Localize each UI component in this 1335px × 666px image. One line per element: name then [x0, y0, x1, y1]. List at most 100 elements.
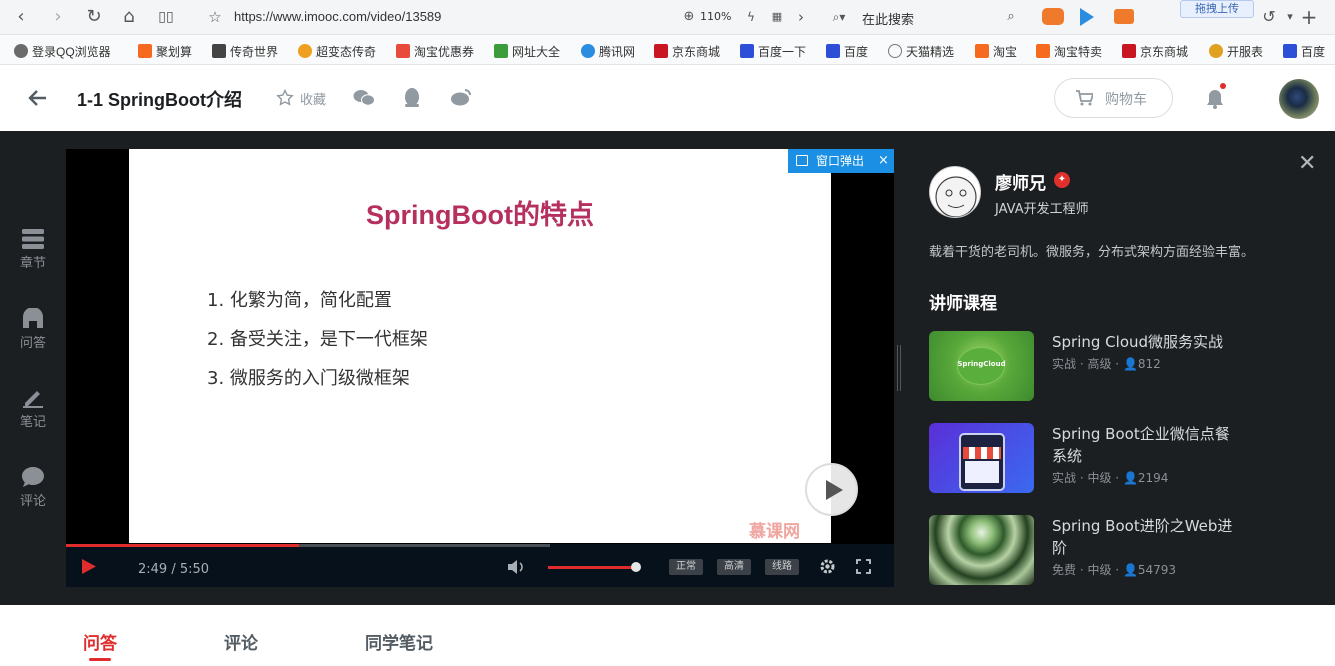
upload-tooltip: 拖拽上传 — [1180, 0, 1254, 18]
chapter-icon — [22, 229, 44, 249]
zoom-level[interactable]: 110% — [700, 10, 731, 23]
wechat-icon[interactable] — [353, 88, 375, 108]
course-title[interactable]: Spring Boot企业微信点餐系统 — [1052, 423, 1242, 467]
sidebar-item-qa[interactable]: 问答 — [14, 308, 52, 351]
bookmark-label: 登录QQ浏览器 — [32, 45, 111, 59]
settings-gear-icon[interactable] — [819, 558, 836, 575]
popout-button[interactable]: 窗口弹出 × — [788, 149, 894, 173]
bookmark-item[interactable]: 淘宝特卖 — [1036, 43, 1102, 60]
video-play-icon[interactable] — [1080, 8, 1094, 26]
bookmark-label: 天猫精选 — [906, 45, 955, 59]
close-icon[interactable]: × — [878, 149, 889, 173]
sidebar-item-notes[interactable]: 笔记 — [14, 387, 52, 430]
sidebar-item-comments[interactable]: 评论 — [14, 466, 52, 509]
star-icon[interactable] — [276, 89, 294, 107]
address-bar[interactable]: https://www.imooc.com/video/13589 — [234, 9, 441, 24]
teacher-avatar[interactable] — [929, 166, 981, 218]
baidu-icon — [826, 44, 840, 58]
video-player[interactable]: SpringBoot的特点 1. 化繁为简，简化配置 2. 备受关注，是下一代框… — [66, 149, 894, 587]
big-play-button[interactable] — [805, 463, 858, 516]
bookmark-item[interactable]: 淘宝 — [975, 43, 1017, 60]
site-icon — [581, 44, 595, 58]
bookmark-item[interactable]: 淘宝优惠券 — [396, 43, 474, 60]
tab-comments[interactable]: 评论 — [224, 629, 258, 654]
close-panel-icon[interactable]: ✕ — [1298, 151, 1316, 176]
undo-icon[interactable]: ↺ — [1258, 6, 1280, 28]
play-icon — [826, 480, 843, 500]
quality-hd-button[interactable]: 高清 — [717, 559, 751, 575]
panel-resize-handle[interactable] — [897, 345, 901, 391]
bookmark-item[interactable]: 网址大全 — [494, 43, 560, 60]
bookmark-label: 百度一下 — [758, 45, 807, 59]
tab-qa[interactable]: 问答 — [83, 629, 117, 654]
camera-icon[interactable] — [1114, 9, 1134, 24]
weibo-icon[interactable] — [450, 87, 472, 107]
back-arrow-icon[interactable] — [28, 88, 48, 108]
user-avatar[interactable] — [1279, 79, 1319, 119]
lightning-icon[interactable]: ϟ — [740, 6, 762, 28]
sidebar-label: 章节 — [19, 256, 46, 271]
search-input[interactable]: 在此搜索 — [862, 9, 914, 28]
bookmark-item[interactable]: 百度一下 — [740, 43, 806, 60]
video-frame: SpringBoot的特点 1. 化繁为简，简化配置 2. 备受关注，是下一代框… — [129, 149, 831, 543]
bookmark-item[interactable]: 天猫精选 — [888, 43, 954, 60]
qrcode-icon[interactable]: ▦ — [766, 6, 788, 28]
search-icon[interactable]: ⌕ — [1000, 6, 1022, 28]
course-thumbnail[interactable] — [929, 423, 1034, 493]
chevron-right-icon[interactable]: › — [790, 6, 812, 28]
zoom-icon[interactable]: ⊕ — [678, 6, 700, 28]
cart-icon — [1076, 90, 1093, 106]
sidebar-item-chapter[interactable]: 章节 — [14, 228, 52, 271]
game-icon[interactable] — [1042, 8, 1064, 25]
progress-bar[interactable] — [66, 544, 551, 547]
sidebar-label: 问答 — [19, 336, 46, 351]
bookmark-item[interactable]: 京东商城 — [654, 43, 720, 60]
bookmark-item[interactable]: 开服表 — [1209, 43, 1263, 60]
bookmark-item[interactable]: 腾讯网 — [581, 43, 635, 60]
quality-normal-button[interactable]: 正常 — [669, 559, 703, 575]
star-bookmark-icon[interactable]: ☆ — [204, 6, 226, 28]
bookmark-item[interactable]: 传奇世界 — [212, 43, 278, 60]
volume-knob[interactable] — [631, 562, 641, 572]
bookmark-item[interactable]: 百度 — [1283, 43, 1325, 60]
search-engine-icon[interactable]: ⌕▾ — [828, 6, 850, 28]
sidebar-label: 评论 — [19, 494, 46, 509]
line-button[interactable]: 线路 — [765, 559, 799, 575]
thumbnail-label: SpringCloud — [957, 360, 1006, 368]
course-thumbnail[interactable]: SpringCloud — [929, 331, 1034, 401]
course-meta: 免费 · 中级 · 👤54793 — [1052, 563, 1177, 577]
page-title: 1-1 SpringBoot介绍 — [77, 90, 242, 110]
bookmark-item[interactable]: 登录QQ浏览器 — [14, 43, 111, 60]
qq-icon[interactable] — [402, 87, 422, 109]
volume-slider[interactable] — [548, 566, 636, 569]
bookmark-label: 聚划算 — [156, 45, 193, 59]
bookmark-label: 百度 — [844, 45, 869, 59]
slide-title: SpringBoot的特点 — [366, 200, 594, 230]
bookmark-item[interactable]: 京东商城 — [1122, 43, 1188, 60]
slide-item: 2. 备受关注，是下一代框架 — [207, 329, 428, 350]
course-title[interactable]: Spring Cloud微服务实战 — [1052, 331, 1242, 353]
course-title[interactable]: Spring Boot进阶之Web进阶 — [1052, 515, 1242, 559]
tab-notes[interactable]: 同学笔记 — [365, 629, 433, 654]
bookmark-item[interactable]: 百度 — [826, 43, 868, 60]
taobao-icon — [975, 44, 989, 58]
forward-icon[interactable]: › — [47, 6, 69, 28]
student-icon: 👤 — [1122, 357, 1138, 371]
volume-icon[interactable] — [507, 559, 525, 575]
favorite-button[interactable]: 收藏 — [300, 89, 326, 108]
fullscreen-icon[interactable] — [856, 559, 871, 574]
bookmark-item[interactable]: 聚划算 — [138, 43, 192, 60]
cart-button[interactable]: 购物车 — [1054, 78, 1173, 118]
new-tab-icon[interactable]: + — [1298, 6, 1320, 28]
site-icon — [1209, 44, 1223, 58]
reload-icon[interactable]: ↻ — [83, 6, 105, 28]
bookmark-label: 开服表 — [1227, 45, 1264, 59]
bookmark-item[interactable]: 超变态传奇 — [298, 43, 376, 60]
course-thumbnail[interactable] — [929, 515, 1034, 585]
play-icon[interactable] — [81, 558, 97, 575]
teacher-name[interactable]: 廖师兄 — [995, 169, 1046, 194]
reading-mode-icon[interactable]: ▯▯ — [155, 6, 177, 28]
bell-icon[interactable] — [1205, 88, 1225, 110]
home-icon[interactable]: ⌂ — [118, 6, 140, 28]
back-icon[interactable]: ‹ — [10, 6, 32, 28]
